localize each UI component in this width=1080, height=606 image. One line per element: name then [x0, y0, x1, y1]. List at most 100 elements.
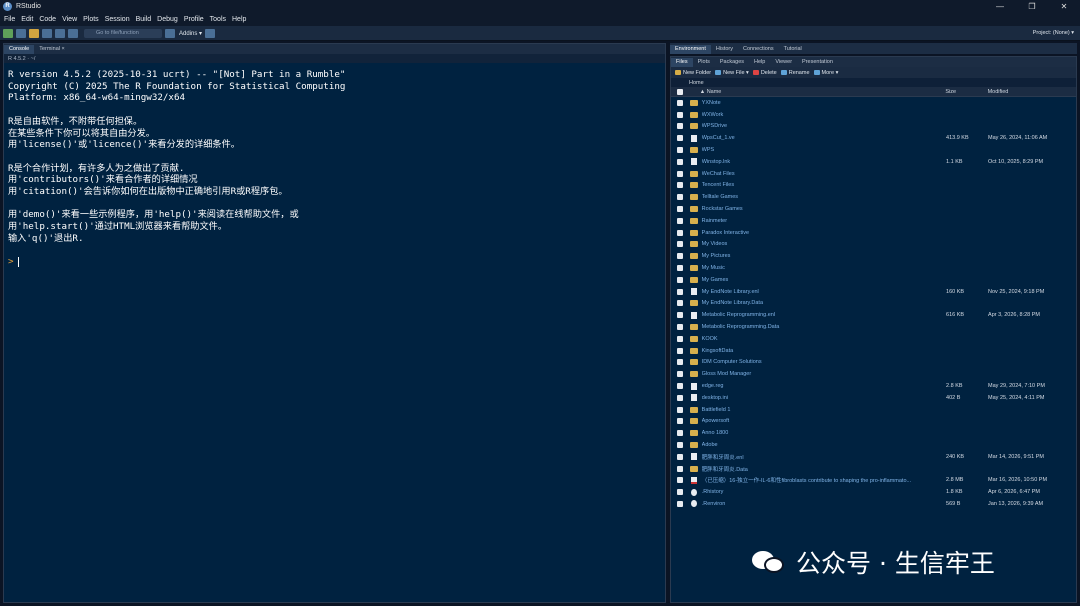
file-name[interactable]: My Music: [702, 265, 946, 271]
file-row[interactable]: Metabolic Reprogramming.enl 616 KB Apr 3, …: [671, 309, 1076, 321]
file-checkbox[interactable]: [677, 335, 683, 342]
tab-files[interactable]: Files: [671, 58, 693, 67]
file-checkbox[interactable]: [677, 500, 683, 507]
file-row[interactable]: Rockstar Games: [671, 203, 1076, 215]
menu-profile[interactable]: Profile: [184, 16, 204, 23]
file-name[interactable]: 肥胖和牙周炎.Data: [702, 465, 946, 473]
file-checkbox[interactable]: [677, 371, 683, 378]
file-name[interactable]: Paradox Interactive: [702, 230, 946, 236]
file-name[interactable]: Gloss Mod Manager: [702, 371, 946, 377]
new-file-button[interactable]: New File ▾: [715, 70, 749, 76]
minimize-button[interactable]: —: [984, 0, 1016, 13]
file-name[interactable]: Anno 1800: [702, 430, 946, 436]
file-row[interactable]: WeChat Files: [671, 168, 1076, 180]
file-checkbox[interactable]: [677, 324, 683, 331]
file-name[interactable]: desktop.ini: [702, 395, 946, 401]
addins-menu[interactable]: Addins ▾: [179, 30, 202, 37]
menu-code[interactable]: Code: [39, 16, 56, 23]
file-row[interactable]: （已压缩）16-独立一作-IL-6和性fibroblasts contribut…: [671, 475, 1076, 487]
file-checkbox[interactable]: [677, 111, 683, 118]
file-row[interactable]: Battlefield 1: [671, 404, 1076, 416]
file-row[interactable]: edge.reg 2.8 KB May 29, 2024, 7:10 PM: [671, 380, 1076, 392]
file-checkbox[interactable]: [677, 300, 683, 307]
file-name[interactable]: WPSDrive: [702, 123, 946, 129]
menu-edit[interactable]: Edit: [21, 16, 33, 23]
file-checkbox[interactable]: [677, 241, 683, 248]
file-checkbox[interactable]: [677, 288, 683, 295]
menu-plots[interactable]: Plots: [83, 16, 99, 23]
file-checkbox[interactable]: [677, 477, 683, 484]
column-name[interactable]: ▲ Name: [700, 89, 946, 95]
file-name[interactable]: Apowersoft: [702, 418, 946, 424]
file-name[interactable]: （已压缩）16-独立一作-IL-6和性fibroblasts contribut…: [702, 476, 946, 484]
file-row[interactable]: Adobe: [671, 439, 1076, 451]
tab-tutorial[interactable]: Tutorial: [779, 45, 807, 54]
save-icon[interactable]: [42, 28, 52, 38]
file-checkbox[interactable]: [677, 229, 683, 236]
close-button[interactable]: ✕: [1048, 0, 1080, 13]
file-row[interactable]: Rainmeter: [671, 215, 1076, 227]
file-name[interactable]: Battlefield 1: [702, 407, 946, 413]
file-row[interactable]: WpsCut_1.ve 413.9 KB May 26, 2024, 11:06 A…: [671, 132, 1076, 144]
print-icon[interactable]: [68, 28, 78, 38]
file-name[interactable]: My EndNote Library.Data: [702, 300, 946, 306]
file-name[interactable]: 肥胖和牙周炎.enl: [702, 453, 946, 461]
console-output[interactable]: R version 4.5.2 (2025-10-31 ucrt) -- "[N…: [4, 63, 665, 274]
file-name[interactable]: edge.reg: [702, 383, 946, 389]
menu-help[interactable]: Help: [232, 16, 246, 23]
column-size[interactable]: Size: [945, 89, 987, 95]
file-row[interactable]: 肥胖和牙周炎.Data: [671, 463, 1076, 475]
file-row[interactable]: Apowersoft: [671, 416, 1076, 428]
file-checkbox[interactable]: [677, 99, 683, 106]
project-menu[interactable]: Project: (None) ▾: [1033, 30, 1074, 36]
file-name[interactable]: My Pictures: [702, 253, 946, 259]
file-row[interactable]: Tencent Files: [671, 180, 1076, 192]
delete-button[interactable]: Delete: [752, 70, 777, 76]
menu-debug[interactable]: Debug: [157, 16, 178, 23]
tab-help[interactable]: Help: [749, 58, 770, 67]
file-row[interactable]: 肥胖和牙周炎.enl 240 KB Mar 14, 2026, 9:51 PM: [671, 451, 1076, 463]
layout-icon[interactable]: [205, 28, 216, 38]
file-row[interactable]: YXNote: [671, 97, 1076, 109]
file-checkbox[interactable]: [677, 489, 683, 496]
tab-connections[interactable]: Connections: [738, 45, 779, 54]
tab-history[interactable]: History: [711, 45, 738, 54]
menu-build[interactable]: Build: [136, 16, 152, 23]
file-row[interactable]: IDM Computer Solutions: [671, 357, 1076, 369]
file-name[interactable]: Rainmeter: [702, 218, 946, 224]
file-row[interactable]: My EndNote Library.Data: [671, 298, 1076, 310]
new-file-icon[interactable]: [3, 28, 13, 38]
file-row[interactable]: My Pictures: [671, 250, 1076, 262]
file-row[interactable]: Winstop.lnk 1.1 KB Oct 10, 2025, 8:29 PM: [671, 156, 1076, 168]
file-name[interactable]: .Rhistory: [702, 489, 946, 495]
file-checkbox[interactable]: [677, 253, 683, 260]
file-checkbox[interactable]: [677, 158, 683, 165]
maximize-button[interactable]: ❐: [1016, 0, 1048, 13]
file-checkbox[interactable]: [677, 418, 683, 425]
breadcrumb-home[interactable]: Home: [689, 80, 704, 86]
goto-file-input[interactable]: Go to file/function: [84, 28, 162, 38]
rename-button[interactable]: Rename: [780, 70, 810, 76]
file-name[interactable]: My Games: [702, 277, 946, 283]
file-name[interactable]: My Videos: [702, 241, 946, 247]
file-checkbox[interactable]: [677, 206, 683, 213]
file-checkbox[interactable]: [677, 453, 683, 460]
column-modified[interactable]: Modified: [988, 89, 1076, 95]
save-all-icon[interactable]: [55, 28, 65, 38]
file-row[interactable]: My Videos: [671, 239, 1076, 251]
file-checkbox[interactable]: [677, 147, 683, 154]
open-file-icon[interactable]: [29, 28, 39, 38]
file-name[interactable]: WPS: [702, 147, 946, 153]
tab-console[interactable]: Console: [4, 45, 35, 54]
file-row[interactable]: WXWork: [671, 109, 1076, 121]
file-name[interactable]: YXNote: [702, 100, 946, 106]
file-checkbox[interactable]: [677, 194, 683, 201]
file-name[interactable]: Telltale Games: [702, 194, 946, 200]
file-checkbox[interactable]: [677, 312, 683, 319]
file-name[interactable]: Winstop.lnk: [702, 159, 946, 165]
tab-packages[interactable]: Packages: [715, 58, 749, 67]
file-checkbox[interactable]: [677, 123, 683, 130]
tab-environment[interactable]: Environment: [670, 45, 711, 54]
file-checkbox[interactable]: [677, 347, 683, 354]
file-name[interactable]: Metabolic Reprogramming.enl: [702, 312, 946, 318]
